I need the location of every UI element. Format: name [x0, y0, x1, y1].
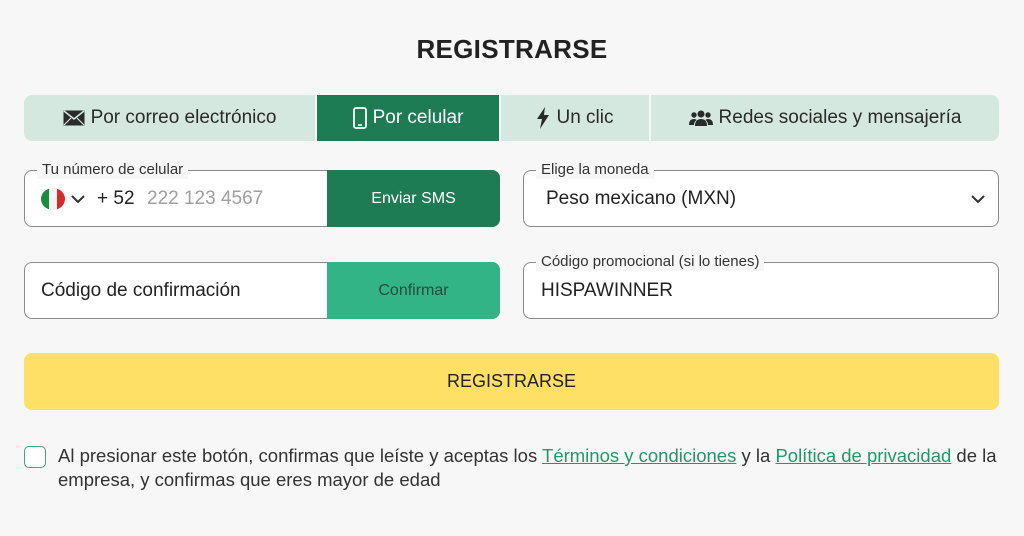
phone-field-legend: Tu número de celular [37, 161, 189, 179]
terms-text: Al presionar este botón, confirmas que l… [58, 444, 998, 492]
registration-method-tabs: Por correo electrónico Por celular Un cl… [24, 95, 999, 141]
tab-one-click-label: Un clic [556, 107, 614, 128]
terms-checkbox[interactable] [24, 446, 46, 468]
tab-social-label: Redes sociales y mensajería [718, 107, 962, 128]
register-button[interactable]: REGISTRARSE [24, 353, 999, 410]
envelope-icon [63, 110, 85, 126]
country-code: + 52 [97, 188, 135, 209]
phone-field: Tu número de celular + 52 Enviar SMS [24, 161, 500, 227]
send-sms-button[interactable]: Enviar SMS [327, 170, 500, 227]
tab-email-label: Por correo electrónico [90, 107, 277, 128]
confirm-button[interactable]: Confirmar [327, 262, 500, 319]
phone-input[interactable] [147, 185, 327, 213]
terms-text-before: Al presionar este botón, confirmas que l… [58, 445, 543, 466]
confirmation-code-field[interactable]: Código de confirmación Confirmar [24, 262, 500, 319]
privacy-link[interactable]: Política de privacidad [775, 445, 951, 466]
lightning-bolt-icon [536, 107, 550, 129]
promo-code-value: HISPAWINNER [541, 280, 673, 301]
users-icon [688, 109, 713, 127]
tab-phone-label: Por celular [372, 107, 464, 128]
page-title: REGISTRARSE [416, 34, 608, 64]
promo-code-field[interactable]: Código promocional (si lo tienes) HISPAW… [523, 253, 999, 319]
tab-phone[interactable]: Por celular [317, 95, 501, 141]
terms-text-middle: y la [736, 445, 776, 466]
mobile-phone-icon [352, 107, 367, 129]
currency-select[interactable]: Elige la moneda Peso mexicano (MXN) [523, 161, 999, 227]
chevron-down-icon [970, 192, 986, 210]
promo-field-legend: Código promocional (si lo tienes) [536, 253, 765, 271]
currency-field-legend: Elige la moneda [536, 161, 654, 179]
terms-link[interactable]: Términos y condiciones [542, 445, 736, 466]
confirmation-code-placeholder: Código de confirmación [41, 280, 241, 301]
tab-one-click[interactable]: Un clic [501, 95, 651, 141]
mexico-flag-icon[interactable] [41, 188, 65, 210]
chevron-down-icon[interactable] [71, 191, 85, 209]
tab-email[interactable]: Por correo electrónico [24, 95, 317, 141]
currency-selected-value: Peso mexicano (MXN) [546, 188, 737, 209]
tab-social[interactable]: Redes sociales y mensajería [651, 95, 999, 141]
